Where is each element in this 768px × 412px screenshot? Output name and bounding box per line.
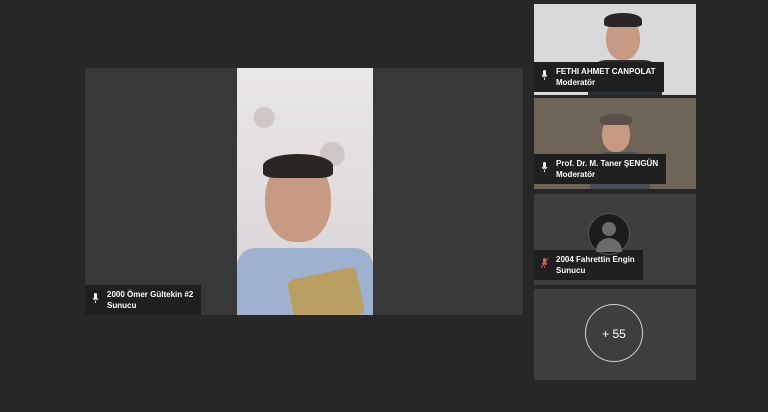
participant-2-role: Moderatör [556,170,596,179]
participant-1-name: FETHI AHMET CANPOLAT [556,67,656,76]
microphone-icon [541,70,548,80]
main-speaker-label: 2000 Ömer Gültekin #2 Sunucu [85,285,202,315]
avatar-head [602,222,616,236]
main-video-tile[interactable]: 2000 Ömer Gültekin #2 Sunucu [85,68,523,315]
microphone-icon [92,293,99,303]
participant-2-name: Prof. Dr. M. Taner ŞENGÜN [556,159,659,168]
participant-3-role: Sunucu [556,266,586,275]
microphone-icon [541,162,548,172]
participant-1-label: FETHI AHMET CANPOLAT Moderatör [534,62,664,92]
user-avatar-icon [588,213,630,255]
participant-2-label: Prof. Dr. M. Taner ŞENGÜN Moderatör [534,154,667,184]
avatar-body [596,238,622,252]
main-speaker-name: 2000 Ömer Gültekin #2 [107,290,194,299]
participant-1-role: Moderatör [556,78,596,87]
speaker-hair [263,154,333,178]
participant-3-label: 2004 Fahrettin Engin Sunucu [534,250,643,280]
main-video-feed [237,68,373,315]
participant-3-name: 2004 Fahrettin Engin [556,255,635,264]
main-speaker-role: Sunucu [107,301,137,310]
more-participants-button[interactable]: + 55 [585,304,643,362]
participant-1-hair [604,13,642,27]
participant-2-hair [600,114,632,125]
participant-tile-2[interactable]: Prof. Dr. M. Taner ŞENGÜN Moderatör [534,98,696,189]
participant-tile-1[interactable]: FETHI AHMET CANPOLAT Moderatör [534,4,696,95]
microphone-muted-icon [541,258,548,268]
